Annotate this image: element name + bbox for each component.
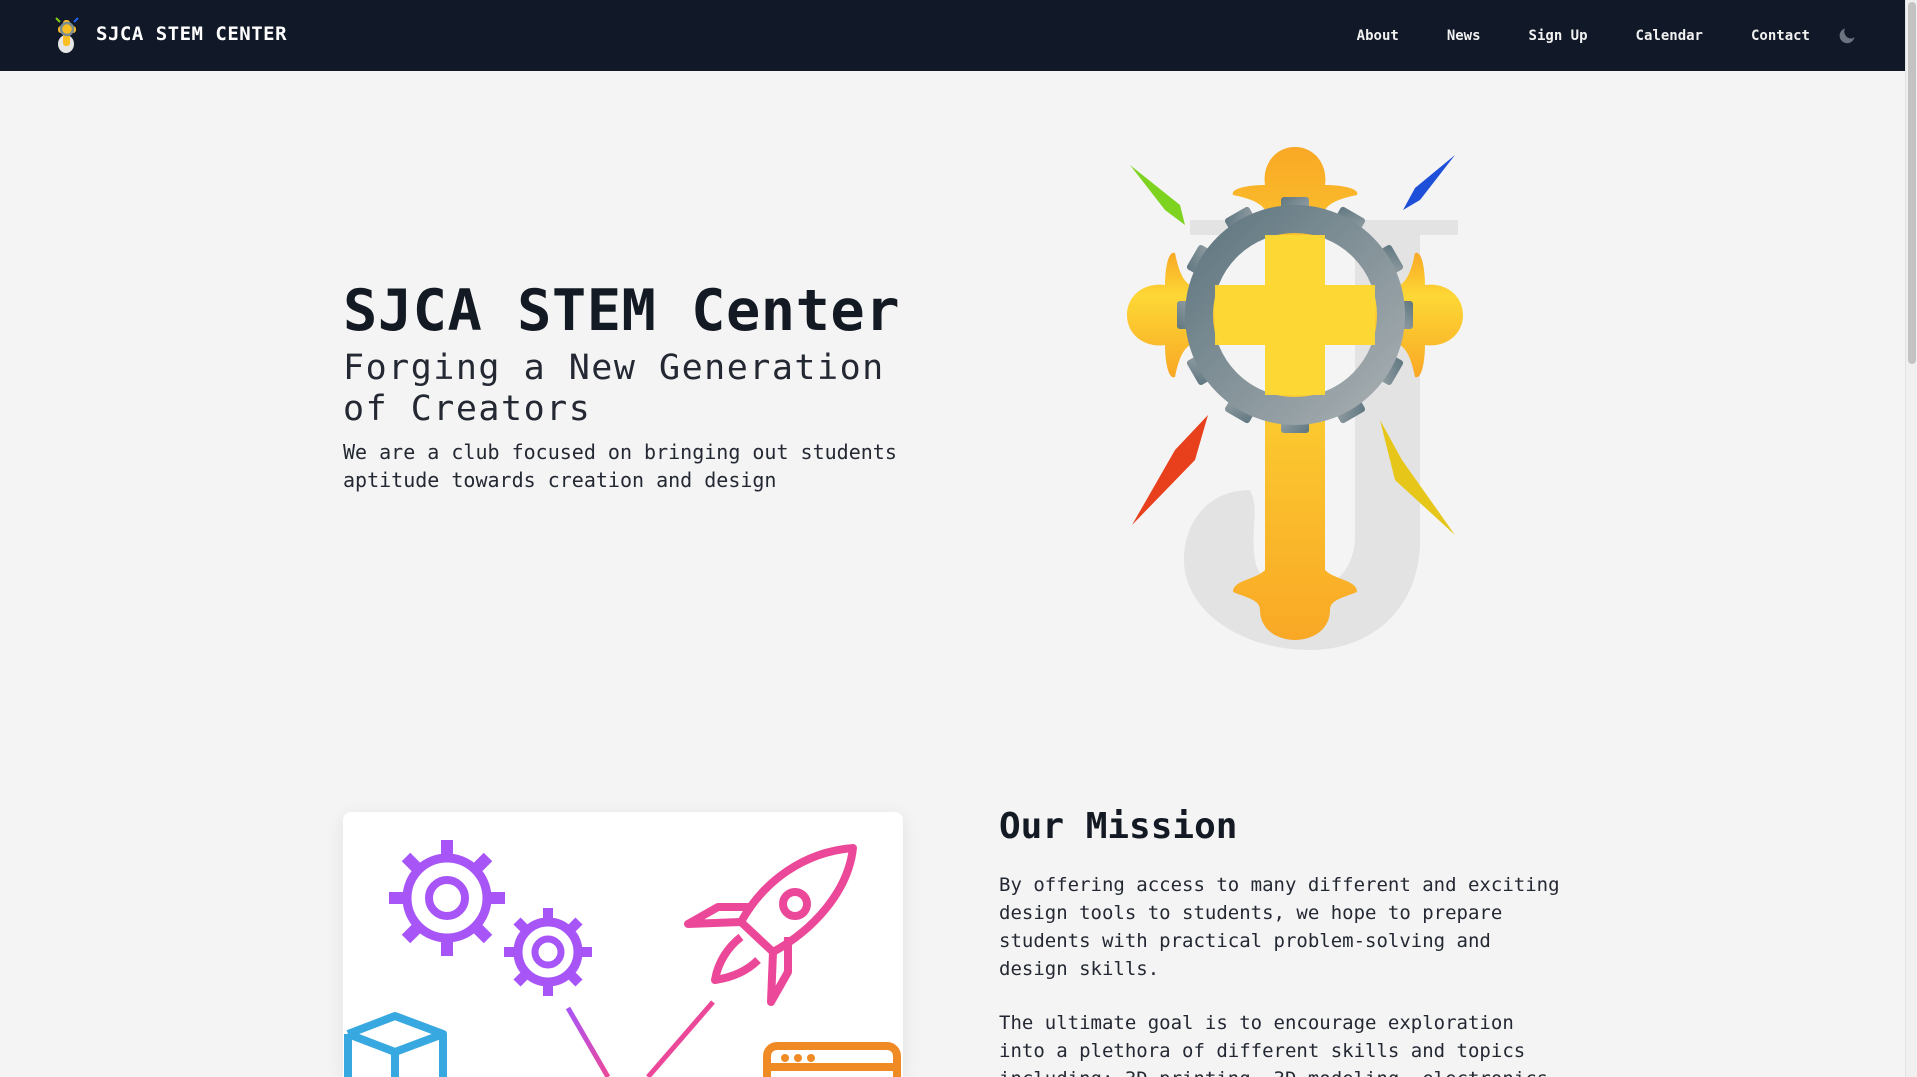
hero-subtitle: Forging a New Generation of Creators [343, 348, 885, 429]
mission-illustration [344, 840, 901, 1077]
nav-link-about[interactable]: About [1357, 28, 1399, 44]
scrollbar-thumb[interactable] [1908, 2, 1916, 364]
nav-link-contact[interactable]: Contact [1751, 28, 1810, 44]
brand-link[interactable]: SJCA STEM CENTER [52, 14, 287, 54]
gears-icon [389, 840, 592, 996]
hero-title: SJCA STEM Center [343, 278, 901, 344]
nav-link-sign-up[interactable]: Sign Up [1529, 28, 1588, 44]
sjca-logo-icon [55, 17, 79, 53]
cube-icon [344, 1012, 447, 1077]
sjca-gear-cross-logo [1127, 147, 1463, 650]
mission-illustration-card [343, 812, 903, 1077]
page-scrollbar[interactable] [1905, 0, 1917, 1077]
hero-description: We are a club focused on bringing out st… [343, 440, 897, 492]
mission-title: Our Mission [999, 806, 1238, 847]
mission-paragraph-2: The ultimate goal is to encourage explor… [999, 1012, 1548, 1077]
moon-icon[interactable] [1838, 25, 1858, 45]
nav-link-calendar[interactable]: Calendar [1636, 28, 1703, 44]
top-navbar: SJCA STEM CENTER About News Sign Up Cale… [0, 0, 1905, 71]
nav-links: About News Sign Up Calendar Contact [1309, 0, 1810, 71]
mission-paragraph-1: By offering access to many different and… [999, 874, 1560, 980]
rocket-icon [684, 844, 857, 1006]
brand-name: SJCA STEM CENTER [96, 23, 288, 45]
nav-link-news[interactable]: News [1447, 28, 1481, 44]
